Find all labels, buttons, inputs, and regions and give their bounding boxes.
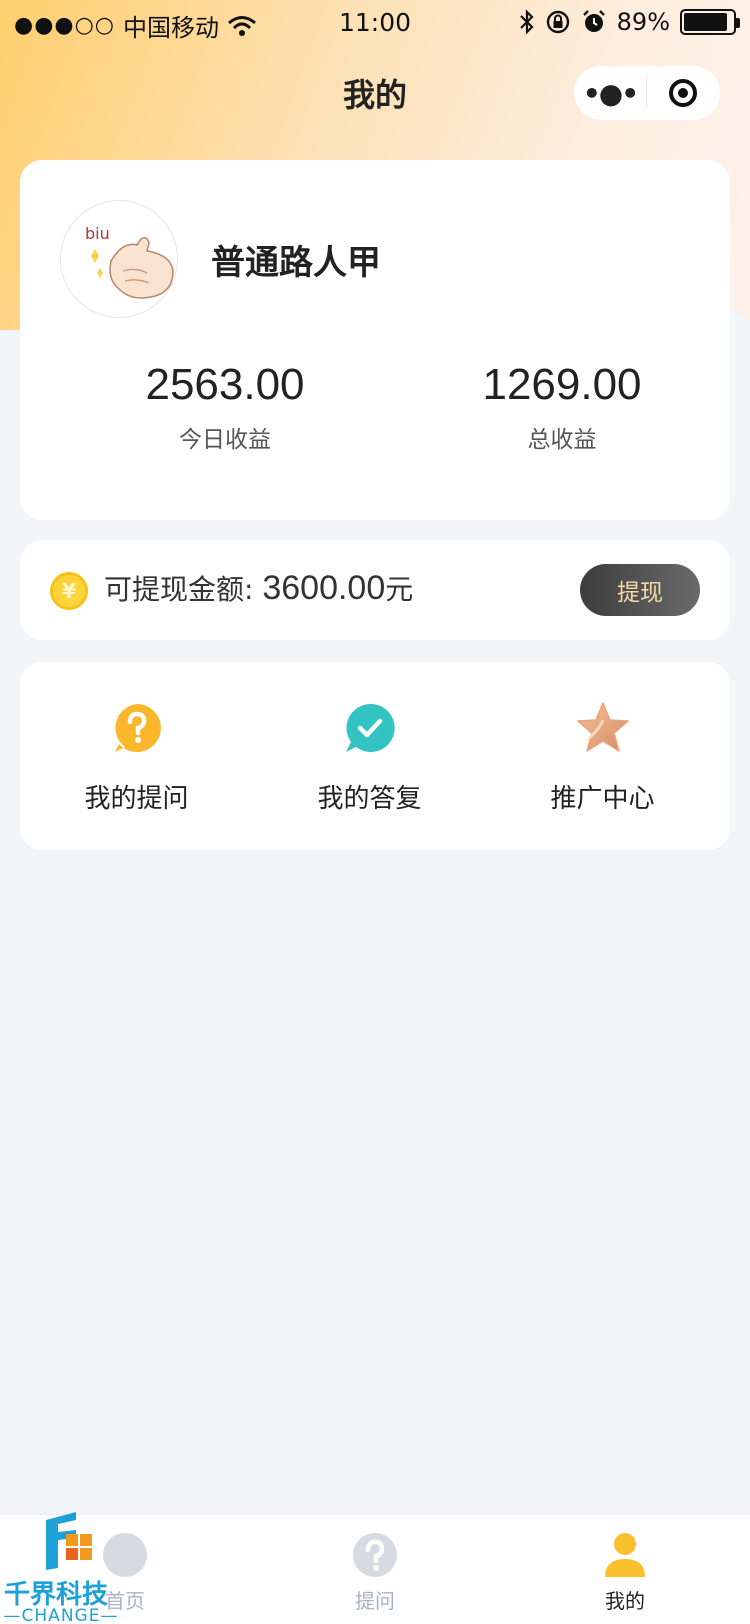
watermark-logo: 千界科技 —CHANGE— <box>0 1506 130 1624</box>
withdraw-label: 可提现金额: <box>104 573 263 606</box>
alarm-icon <box>582 10 605 32</box>
more-menu-button[interactable]: •●• <box>574 77 646 110</box>
battery-percent: 89% <box>616 8 670 36</box>
menu-item-promotion-center[interactable]: 推广中心 <box>486 662 719 850</box>
check-bubble-icon <box>345 703 395 752</box>
status-right: 89% <box>519 8 740 36</box>
withdraw-amount-value: 3600.00 <box>262 569 386 607</box>
withdraw-button[interactable]: 提现 <box>580 564 700 616</box>
avatar[interactable]: biu <box>60 200 178 318</box>
username: 普通路人甲 <box>211 243 381 283</box>
stat-label: 今日收益 <box>179 427 271 453</box>
stat-today-earnings: 2563.00 今日收益 <box>100 360 350 454</box>
svg-text:biu: biu <box>85 224 110 243</box>
tab-mine[interactable]: 我的 <box>500 1515 750 1624</box>
tab-ask[interactable]: 提问 <box>250 1515 500 1624</box>
bluetooth-icon <box>519 9 534 35</box>
withdraw-card: ¥ 可提现金额: 3600.00元 提现 <box>20 540 730 640</box>
menu-label: 我的答复 <box>317 784 422 814</box>
logo-mark-icon <box>46 1512 92 1570</box>
stat-value: 2563.00 <box>145 360 305 409</box>
question-icon <box>114 704 161 752</box>
stat-label: 总收益 <box>527 427 597 453</box>
battery-icon <box>680 9 740 35</box>
withdrawable-amount: 可提现金额: 3600.00元 <box>104 568 413 608</box>
tab-label: 提问 <box>355 1589 395 1613</box>
stat-value: 1269.00 <box>482 360 642 409</box>
avatar-illustration: biu <box>85 224 174 299</box>
battery-fill <box>684 13 727 31</box>
menu-item-my-questions[interactable]: 我的提问 <box>20 662 253 850</box>
close-mini-program-button[interactable] <box>647 79 719 107</box>
status-bar: ●●●○○ 中国移动 11:00 89% <box>0 0 750 48</box>
function-menu: 我的提问 我的答复 推广中心 <box>20 662 730 850</box>
star-icon <box>576 702 629 752</box>
menu-label: 我的提问 <box>84 784 189 814</box>
mini-program-capsule: •●• <box>574 66 720 120</box>
coin-icon: ¥ <box>50 572 88 610</box>
target-icon <box>669 79 697 107</box>
menu-label: 推广中心 <box>550 784 655 814</box>
stat-total-earnings: 1269.00 总收益 <box>437 360 687 454</box>
rotation-lock-icon <box>546 10 569 34</box>
menu-item-my-answers[interactable]: 我的答复 <box>253 662 486 850</box>
watermark-subtitle: —CHANGE— <box>3 1606 119 1624</box>
tab-label: 我的 <box>605 1589 645 1613</box>
profile-card: biu 普通路人甲 2563.00 今日收益 1269.00 总收益 <box>20 160 730 520</box>
user-icon <box>605 1533 645 1577</box>
question-tab-icon <box>353 1533 397 1577</box>
withdraw-unit: 元 <box>385 573 414 606</box>
